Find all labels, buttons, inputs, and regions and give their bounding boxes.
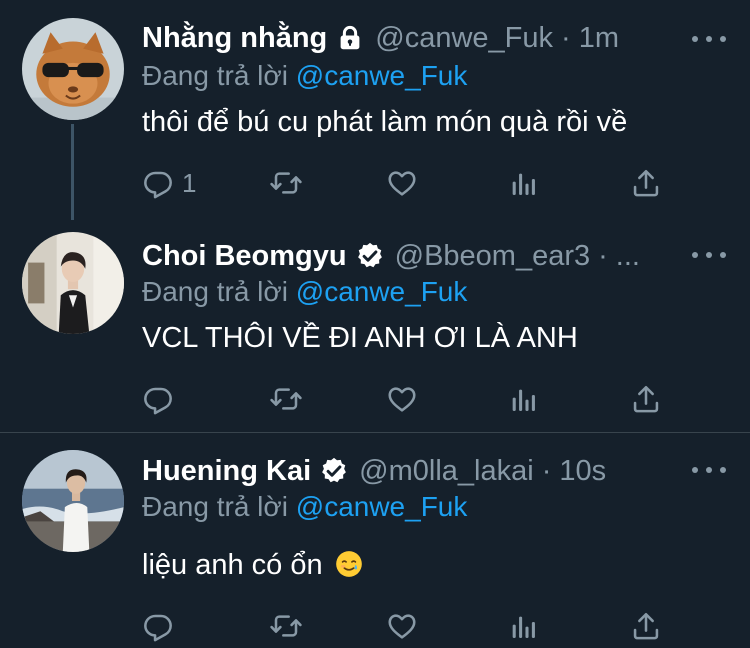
more-options-icon[interactable] [692,463,726,477]
share-button[interactable] [630,609,662,643]
reply-icon [142,610,174,642]
share-icon [630,610,662,642]
timestamp[interactable]: 10s [559,455,606,488]
stats-icon [508,383,540,415]
retweet-icon [270,610,302,642]
tweet-3[interactable]: Huening Kai @m0lla_lakai · 10s Đang trả … [0,433,750,648]
retweet-icon [270,383,302,415]
reply-mention-link[interactable]: @canwe_Fuk [296,491,468,522]
reply-count: 1 [182,167,197,198]
like-icon [386,167,418,199]
share-icon [630,167,662,199]
stats-button[interactable] [508,609,540,643]
avatar-cat-sunglasses-image [22,18,124,120]
tweet-text: VCL THÔI VỀ ĐI ANH ƠI LÀ ANH [142,322,578,354]
stats-button[interactable] [508,382,540,416]
like-icon [386,610,418,642]
avatar[interactable] [22,232,124,334]
reply-prefix: Đang trả lời [142,60,288,91]
reply-button[interactable]: 1 [142,166,196,200]
reply-mention-link[interactable]: @canwe_Fuk [296,276,468,307]
avatar[interactable] [22,18,124,120]
stats-icon [508,610,540,642]
user-handle[interactable]: @canwe_Fuk [375,22,553,55]
tweet-header: Choi Beomgyu @Bbeom_ear3 · ... [142,236,640,276]
share-button[interactable] [630,382,662,416]
like-button[interactable] [386,382,418,416]
like-button[interactable] [386,166,418,200]
retweet-button[interactable] [270,382,302,416]
retweet-icon [270,167,302,199]
display-name[interactable]: Choi Beomgyu [142,240,347,273]
avatar-person-beach-image [22,450,124,552]
tweet-1[interactable]: Nhằng nhằng @canwe_Fuk · 1m Đang trả lời… [0,0,750,220]
timestamp[interactable]: ... [616,240,640,273]
reply-button[interactable] [142,382,174,416]
reply-button[interactable] [142,609,174,643]
avatar[interactable] [22,450,124,552]
separator: · [561,21,571,54]
stats-button[interactable] [508,166,540,200]
retweet-button[interactable] [270,166,302,200]
tweet-header: Nhằng nhằng @canwe_Fuk · 1m [142,18,619,58]
reply-icon [142,167,174,199]
stats-icon [508,167,540,199]
thread-line [71,124,74,220]
more-options-icon[interactable] [692,248,726,262]
tweet-text-container: liệu anh có ổn [142,549,363,582]
avatar-person-image [22,232,124,334]
tweet-header: Huening Kai @m0lla_lakai · 10s [142,451,606,491]
like-icon [386,383,418,415]
like-button[interactable] [386,609,418,643]
tweet-text: liệu anh có ổn [142,549,323,581]
tweet-2[interactable]: Choi Beomgyu @Bbeom_ear3 · ... Đang trả … [0,214,750,432]
verified-icon [355,241,385,271]
action-bar: 1 [142,166,672,200]
more-options-icon[interactable] [692,32,726,46]
reply-icon [142,383,174,415]
action-bar [142,609,672,643]
verified-icon [319,456,349,486]
separator: · [541,454,552,487]
reply-prefix: Đang trả lời [142,491,288,522]
replying-to: Đang trả lời @canwe_Fuk [142,491,467,523]
user-handle[interactable]: @Bbeom_ear3 [395,240,591,273]
share-icon [630,383,662,415]
action-bar [142,382,672,416]
lock-icon [335,23,365,53]
display-name[interactable]: Huening Kai [142,455,311,488]
smiling-face-with-tear-emoji [335,551,362,577]
separator: · [598,239,608,272]
replying-to: Đang trả lời @canwe_Fuk [142,276,467,308]
tweet-text: thôi để bú cu phát làm món quà rồi về [142,106,628,138]
user-handle[interactable]: @m0lla_lakai [359,455,534,488]
share-button[interactable] [630,166,662,200]
retweet-button[interactable] [270,609,302,643]
timestamp[interactable]: 1m [579,22,619,55]
replying-to: Đang trả lời @canwe_Fuk [142,60,467,92]
display-name[interactable]: Nhằng nhằng [142,22,327,55]
reply-prefix: Đang trả lời [142,276,288,307]
reply-mention-link[interactable]: @canwe_Fuk [296,60,468,91]
